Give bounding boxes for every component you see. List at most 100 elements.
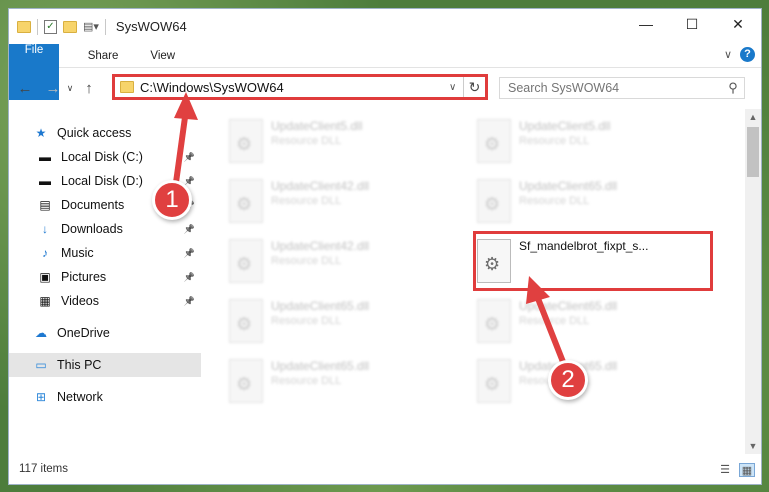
item-count: 117 items [19,463,69,475]
back-arrow-icon[interactable]: ← [15,80,35,97]
quick-access-toolbar: ✓ ▤▾ [9,18,106,35]
toolbar-divider [37,18,38,35]
target-file-highlight [473,231,713,291]
sidebar-item-pictures[interactable]: ▣ Pictures 📌 [9,265,201,289]
file-name: UpdateClient42.dll [271,239,370,253]
scroll-up-icon[interactable]: ▲ [745,109,761,125]
file-item[interactable]: UpdateClient65.dll Resource DLL [477,295,713,351]
details-view-icon[interactable]: ☰ [717,463,733,477]
address-bar[interactable]: C:\Windows\SysWOW64 ∨ ↻ [112,74,488,100]
address-dropdown-icon[interactable]: ∨ [449,82,463,93]
sidebar-item-music[interactable]: ♪ Music 📌 [9,241,201,265]
pin-icon[interactable]: 📌 [184,224,195,235]
properties-icon[interactable]: ✓ [44,19,57,34]
help-icon[interactable]: ? [740,47,755,62]
downloads-icon: ↓ [42,222,48,236]
new-folder-icon[interactable] [63,20,77,33]
search-input[interactable] [508,81,722,95]
dll-file-icon [229,179,263,223]
file-name: UpdateClient65.dll [271,359,370,373]
tab-view[interactable]: View [134,44,191,67]
file-item[interactable]: UpdateClient65.dllResource DLL [477,175,713,231]
maximize-button[interactable]: ☐ [669,9,715,39]
documents-icon: ▤ [39,198,51,212]
dll-file-icon [229,299,263,343]
file-type: Resource DLL [271,315,342,327]
sidebar-item-this-pc[interactable]: ▭ This PC [9,353,201,377]
toolbar-divider [104,18,106,35]
minimize-button[interactable]: — [623,9,669,39]
recent-locations-icon[interactable]: ∨ [63,83,77,94]
sidebar-item-label: Pictures [61,270,107,284]
file-item[interactable]: UpdateClient65.dll Resource DLL [229,295,465,351]
sidebar-item-label: Downloads [61,222,123,236]
file-item[interactable]: UpdateClient65.dll Resource DLL [229,355,465,411]
file-type: Resource DLL [519,315,590,327]
sidebar-item-quick-access[interactable]: ★ Quick access [9,121,201,145]
sidebar-item-onedrive[interactable]: ☁ OneDrive [9,321,201,345]
ribbon-tabs: File Home Share View ∨ ? [9,44,761,100]
dll-file-icon [477,179,511,223]
expand-ribbon-icon[interactable]: ∨ [724,48,732,61]
file-type: Resource DLL [271,375,342,387]
file-name: UpdateClient42.dll [271,179,370,193]
window-title: SysWOW64 [115,19,187,34]
folder-icon[interactable] [17,20,31,33]
file-type: Resource DLL [271,255,342,267]
customize-toolbar-icon[interactable]: ▤▾ [83,20,99,33]
file-type: Resource DLL [271,135,342,147]
file-name: UpdateClient5.dll [271,119,363,133]
drive-icon: ▬ [39,174,51,188]
pin-icon[interactable]: 📌 [184,152,195,163]
sidebar-item-label: This PC [57,358,102,372]
file-item[interactable]: UpdateClient65.dllResource DLL [477,355,713,411]
content-area: ★ Quick access ▬ Local Disk (C:) 📌 ▬ Local Dis… [9,109,761,484]
pin-icon[interactable]: 📌 [184,248,195,259]
tab-share[interactable]: Share [72,44,135,67]
file-list: UpdateClient5.dll Resource DLL UpdateClien… [209,109,745,454]
file-name: UpdateClient5.dll [519,119,611,133]
file-item[interactable]: UpdateClient42.dll Resource DLL [229,175,465,231]
dll-file-icon [477,359,511,403]
file-type: Resource DLL [519,195,590,207]
videos-icon: ▦ [39,294,51,308]
step-1-badge: 1 [152,180,192,220]
sidebar-item-label: Local Disk (D:) [61,174,143,188]
sidebar-item-videos[interactable]: ▦ Videos 📌 [9,289,201,313]
forward-arrow-icon[interactable]: → [43,80,63,97]
file-item[interactable]: UpdateClient42.dll Resource DLL [229,235,465,291]
sidebar-item-label: Music [61,246,94,260]
navigation-pane: ★ Quick access ▬ Local Disk (C:) 📌 ▬ Local Dis… [9,109,201,454]
pin-icon[interactable]: 📌 [184,272,195,283]
dll-file-icon [229,239,263,283]
sidebar-item-label: Local Disk (C:) [61,150,143,164]
address-row: ← → ∨ ↑ C:\Windows\SysWOW64 ∨ ↻ ⚲ [9,68,761,108]
file-name: UpdateClient65.dll [271,299,370,313]
search-icon[interactable]: ⚲ [722,80,744,96]
star-icon: ★ [35,126,47,140]
scrollbar-thumb[interactable] [747,127,759,177]
refresh-icon[interactable]: ↻ [463,77,485,97]
address-path[interactable]: C:\Windows\SysWOW64 [140,80,449,95]
pin-icon[interactable]: 📌 [184,296,195,307]
tiles-view-icon[interactable]: ▦ [739,463,755,477]
file-name: UpdateClient65.dll [519,299,618,313]
music-icon: ♪ [42,246,48,260]
scroll-down-icon[interactable]: ▼ [745,438,761,454]
ribbon-right-controls: ∨ ? [724,47,755,62]
file-item[interactable]: UpdateClient5.dll Resource DLL [477,115,713,171]
sidebar-item-downloads[interactable]: ↓ Downloads 📌 [9,217,201,241]
sidebar-item-label: Network [57,390,103,404]
close-button[interactable]: ✕ [715,9,761,39]
file-item[interactable]: UpdateClient5.dll Resource DLL [229,115,465,171]
dll-file-icon [229,119,263,163]
vertical-scrollbar[interactable]: ▲ ▼ [745,109,761,454]
sidebar-item-network[interactable]: ⊞ Network [9,385,201,409]
sidebar-item-label: Quick access [57,126,132,140]
up-arrow-icon[interactable]: ↑ [79,80,99,97]
window-controls: — ☐ ✕ [623,9,761,39]
sidebar-item-local-disk-c[interactable]: ▬ Local Disk (C:) 📌 [9,145,201,169]
search-box[interactable]: ⚲ [499,77,745,99]
view-toggle: ☰ ▦ [717,463,755,477]
step-2-badge: 2 [548,360,588,400]
